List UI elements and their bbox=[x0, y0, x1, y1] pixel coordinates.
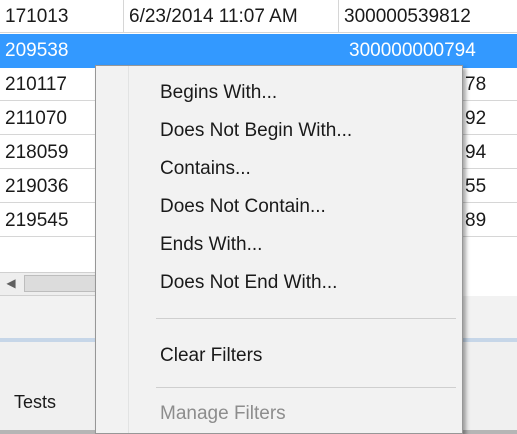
scroll-left-arrow-icon[interactable]: ◀ bbox=[1, 274, 21, 293]
date-cell[interactable]: 6/23/2014 11:07 AM bbox=[124, 0, 339, 33]
table-row[interactable]: 171013 6/23/2014 11:07 AM 300000539812 bbox=[0, 0, 517, 34]
menu-item-does-not-begin-with[interactable]: Does Not Begin With... bbox=[96, 113, 462, 149]
filter-context-menu: Begins With... Does Not Begin With... Co… bbox=[95, 65, 463, 434]
table-row-selected[interactable]: 209538 300000000794 bbox=[0, 34, 517, 68]
id-cell[interactable]: 209538 bbox=[0, 34, 124, 67]
menu-item-does-not-end-with[interactable]: Does Not End With... bbox=[96, 265, 462, 301]
id-cell[interactable]: 171013 bbox=[0, 0, 124, 33]
menu-item-begins-with[interactable]: Begins With... bbox=[96, 75, 462, 111]
tests-tab-label[interactable]: Tests bbox=[14, 392, 56, 413]
menu-separator bbox=[156, 387, 456, 388]
number-cell[interactable]: 300000000794 bbox=[339, 34, 517, 67]
menu-item-ends-with[interactable]: Ends With... bbox=[96, 227, 462, 263]
menu-separator bbox=[156, 318, 456, 319]
menu-item-manage-filters: Manage Filters bbox=[160, 403, 286, 424]
number-cell[interactable]: 300000539812 bbox=[339, 0, 517, 33]
menu-item-clear-filters[interactable]: Clear Filters bbox=[96, 338, 462, 374]
menu-item-contains[interactable]: Contains... bbox=[96, 151, 462, 187]
menu-item-does-not-contain[interactable]: Does Not Contain... bbox=[96, 189, 462, 225]
date-cell[interactable] bbox=[124, 34, 339, 67]
